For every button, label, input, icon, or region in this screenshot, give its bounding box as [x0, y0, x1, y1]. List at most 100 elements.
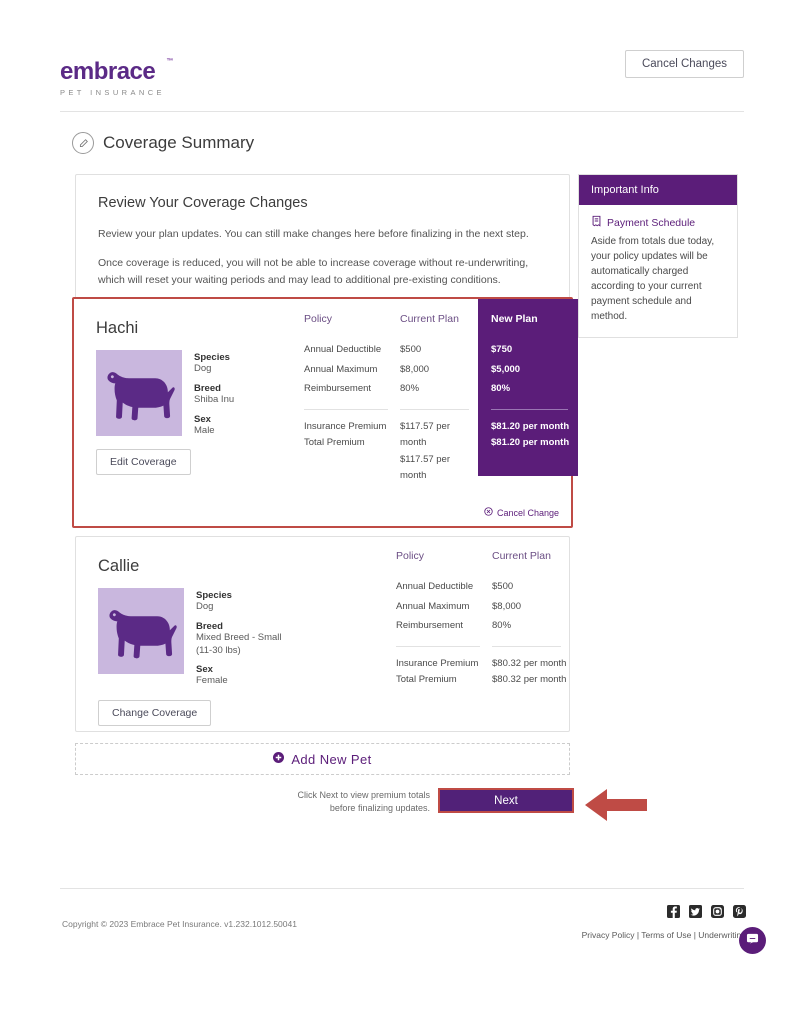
- pet-attributes: Species Dog Breed Shiba Inu Sex Male: [194, 350, 234, 437]
- row-current-value: 80%: [400, 383, 420, 395]
- table-divider: [491, 408, 568, 410]
- footer-links: Privacy Policy | Terms of Use | Underwri…: [582, 930, 746, 940]
- pet-attributes: Species Dog Breed Mixed Breed - Small (1…: [196, 588, 288, 688]
- cancel-change-link[interactable]: Cancel Change: [484, 507, 559, 518]
- col-current-header: Current Plan: [400, 313, 459, 325]
- pet-info-hachi: Hachi Species Dog Breed Shiba Inu Sex Ma…: [96, 319, 286, 476]
- row-current-value: $500: [400, 344, 422, 355]
- review-paragraph-2: Once coverage is reduced, you will not b…: [98, 257, 529, 286]
- row-current-value: 80%: [492, 620, 512, 632]
- embrace-logo: embrace ™ PET INSURANCE: [60, 50, 173, 97]
- dog-silhouette-icon: [96, 350, 182, 436]
- row-current-value: $8,000: [492, 600, 522, 612]
- pet-body: Species Dog Breed Mixed Breed - Small (1…: [98, 588, 288, 688]
- change-coverage-button[interactable]: Change Coverage: [98, 700, 212, 727]
- table-divider: [492, 645, 561, 647]
- plus-circle-icon: [273, 750, 285, 768]
- plan-table-callie: Policy Annual Deductible Annual Maximum …: [396, 550, 570, 689]
- logo-wordmark: embrace ™: [60, 58, 173, 85]
- col-new-header: New Plan: [491, 313, 538, 325]
- total-new-value: $81.20 per month: [491, 437, 570, 449]
- row-label: Annual Deductible: [396, 581, 474, 592]
- receipt-icon: [591, 215, 602, 230]
- chat-widget-button[interactable]: [739, 927, 766, 954]
- chat-bubble-icon: [746, 932, 759, 950]
- sidebar-body-text: Aside from totals due today, your policy…: [591, 236, 715, 322]
- plan-col-new: New Plan $750 $5,000 80% $81.20 per mont…: [478, 299, 578, 476]
- pet-card-callie: Callie Species Dog Breed Mixed Breed - S…: [75, 536, 570, 732]
- row-new-value: $5,000: [491, 363, 521, 375]
- pet-card-hachi: Hachi Species Dog Breed Shiba Inu Sex Ma…: [72, 297, 578, 528]
- plan-col-policy: Policy Annual Deductible Annual Maximum …: [304, 313, 400, 484]
- pet-name: Callie: [98, 557, 140, 575]
- page-title-row: Coverage Summary: [72, 132, 254, 154]
- total-label: Total Premium: [396, 674, 457, 686]
- pinterest-icon[interactable]: [733, 905, 746, 918]
- social-links: [667, 905, 746, 918]
- cancel-circle-x-icon: [484, 507, 493, 518]
- next-button[interactable]: Next: [440, 790, 572, 811]
- plan-col-current: Current Plan $500 $8,000 80% $117.57 per…: [400, 313, 478, 484]
- coverage-summary-page: embrace ™ PET INSURANCE Cancel Changes Co…: [0, 0, 804, 1021]
- site-header: embrace ™ PET INSURANCE Cancel Changes: [60, 50, 744, 112]
- sex-value: Male: [194, 424, 215, 436]
- col-current-header: Current Plan: [492, 550, 551, 562]
- col-policy-header: Policy: [304, 313, 333, 325]
- footer-divider: [60, 888, 744, 889]
- species-value: Dog: [194, 363, 212, 374]
- species-value: Dog: [196, 601, 214, 612]
- pet-info-callie: Callie Species Dog Breed Mixed Breed - S…: [98, 557, 288, 727]
- breed-value: Shiba Inu: [194, 393, 235, 405]
- logo-word-text: embrace: [60, 58, 156, 85]
- privacy-policy-link[interactable]: Privacy Policy: [582, 930, 635, 940]
- row-label: Reimbursement: [396, 620, 464, 632]
- instagram-icon[interactable]: [711, 905, 724, 918]
- facebook-icon[interactable]: [667, 905, 680, 918]
- row-new-value: $750: [491, 344, 513, 355]
- add-new-pet-label: Add New Pet: [291, 751, 372, 767]
- sidebar-body: Payment Schedule Aside from totals due t…: [579, 205, 737, 337]
- row-label: Annual Maximum: [304, 363, 378, 375]
- breed-value: Mixed Breed - Small (11-30 lbs): [196, 631, 282, 656]
- row-label: Annual Deductible: [304, 344, 382, 355]
- table-divider: [400, 408, 469, 410]
- total-current-value: $117.57 per month: [400, 420, 451, 449]
- total-label: Total Premium: [304, 437, 365, 449]
- page-title: Coverage Summary: [103, 133, 255, 152]
- species-label: Species: [196, 590, 232, 601]
- cancel-change-label: Cancel Change: [496, 507, 559, 518]
- pet-body: Species Dog Breed Shiba Inu Sex Male: [96, 350, 286, 437]
- next-button-highlight: Next: [438, 788, 574, 813]
- total-new-value: $81.20 per month: [491, 420, 570, 432]
- add-new-pet-button[interactable]: Add New Pet: [75, 743, 570, 775]
- edit-coverage-button[interactable]: Edit Coverage: [96, 449, 191, 476]
- table-divider: [396, 645, 481, 647]
- row-label: Reimbursement: [304, 383, 372, 395]
- row-current-value: $8,000: [400, 363, 430, 375]
- sex-value: Female: [196, 675, 228, 687]
- important-info-sidebar: Important Info Payment Schedule Aside fr…: [578, 174, 738, 338]
- logo-tagline: PET INSURANCE: [60, 88, 165, 97]
- review-heading: Review Your Coverage Changes: [98, 195, 308, 211]
- sex-label: Sex: [194, 413, 211, 425]
- twitter-icon[interactable]: [689, 905, 702, 918]
- sex-label: Sex: [196, 664, 213, 676]
- row-new-value: 80%: [491, 383, 511, 395]
- payment-schedule-row: Payment Schedule: [591, 215, 725, 230]
- row-label: Annual Maximum: [396, 600, 470, 612]
- row-current-value: $500: [492, 581, 514, 592]
- review-panel: Review Your Coverage Changes Review your…: [75, 174, 570, 311]
- breed-label: Breed: [194, 382, 221, 394]
- logo-trademark: ™: [166, 58, 173, 65]
- plan-table-hachi: Policy Annual Deductible Annual Maximum …: [304, 299, 578, 484]
- col-policy-header: Policy: [396, 550, 425, 562]
- terms-of-use-link[interactable]: Terms of Use: [641, 930, 691, 940]
- review-paragraph-1: Review your plan updates. You can still …: [98, 228, 529, 240]
- pet-name: Hachi: [96, 319, 139, 337]
- total-label: Insurance Premium: [304, 420, 387, 432]
- cancel-changes-button[interactable]: Cancel Changes: [624, 50, 744, 78]
- next-hint-text: Click Next to view premium totals before…: [297, 790, 430, 814]
- red-left-arrow-icon: [585, 785, 647, 830]
- total-current-value: $80.32 per month: [492, 674, 567, 686]
- plan-col-current: Current Plan $500 $8,000 80% $80.32 per …: [492, 550, 570, 689]
